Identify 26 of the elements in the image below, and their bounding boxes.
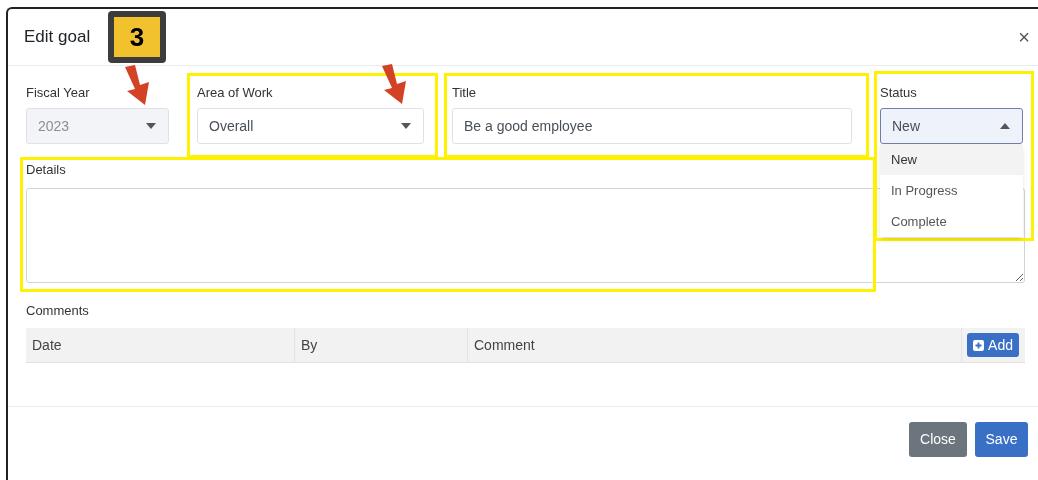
caret-up-icon [1000, 123, 1010, 129]
field-label: Fiscal Year [26, 84, 91, 100]
step-badge: 3 [108, 11, 166, 63]
footer-button[interactable]: Save [975, 422, 1028, 457]
column-header: Date [26, 328, 295, 362]
plus-square-icon [973, 339, 985, 351]
field-label: Title [452, 84, 478, 100]
close-button[interactable]: × [1014, 27, 1034, 47]
dropdown-option[interactable]: Complete [880, 206, 1023, 237]
dropdown-field[interactable]: Overall [197, 108, 424, 144]
column-header: By [295, 328, 468, 362]
modal-title: Edit goal [24, 26, 91, 49]
field-label: Area of Work [197, 84, 274, 100]
details-field[interactable] [26, 187, 1025, 283]
column-header: Comment [468, 328, 962, 362]
section-label: Comments [26, 301, 90, 320]
dropdown-option[interactable]: In Progress [880, 175, 1023, 206]
dropdown-field[interactable]: New [880, 108, 1023, 144]
caret-down-icon [401, 123, 411, 129]
field-label: Details [26, 161, 67, 179]
dropdown-option[interactable]: New [880, 144, 1023, 175]
caret-down-icon [146, 123, 156, 129]
field-label: Status [880, 84, 918, 100]
footer-button[interactable]: Close [909, 422, 967, 457]
text-field[interactable]: Be a good employee [452, 108, 852, 144]
add-button[interactable]: Add [967, 333, 1019, 357]
